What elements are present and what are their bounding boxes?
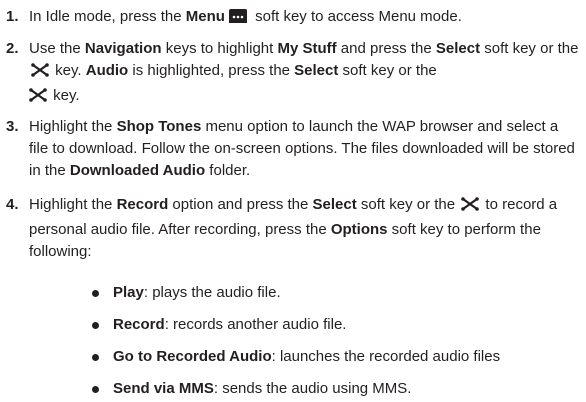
menu-label: Menu [185,8,225,25]
step-text: In Idle mode, press the Menu soft key to… [29,6,580,31]
step-number: 4. [6,196,19,213]
step-text: Highlight the Record option and press th… [29,196,558,260]
step-text: Use the Navigation keys to highlight My … [29,38,580,110]
step-text: Highlight the Shop Tones menu option to … [29,118,575,179]
instructions-page: 1. In Idle mode, press the Menu soft key… [6,6,580,397]
menu-soft-key-icon [227,8,249,31]
bullet-icon [92,386,99,393]
step-number: 2. [6,40,19,57]
select-key-icon [31,62,49,85]
bullet-icon [92,354,99,361]
select-key-icon [461,196,480,219]
step-number: 3. [6,118,19,135]
bullet-icon [92,322,99,329]
select-key-icon [29,87,47,110]
bullet-icon [92,290,99,297]
step-number: 1. [6,8,19,25]
